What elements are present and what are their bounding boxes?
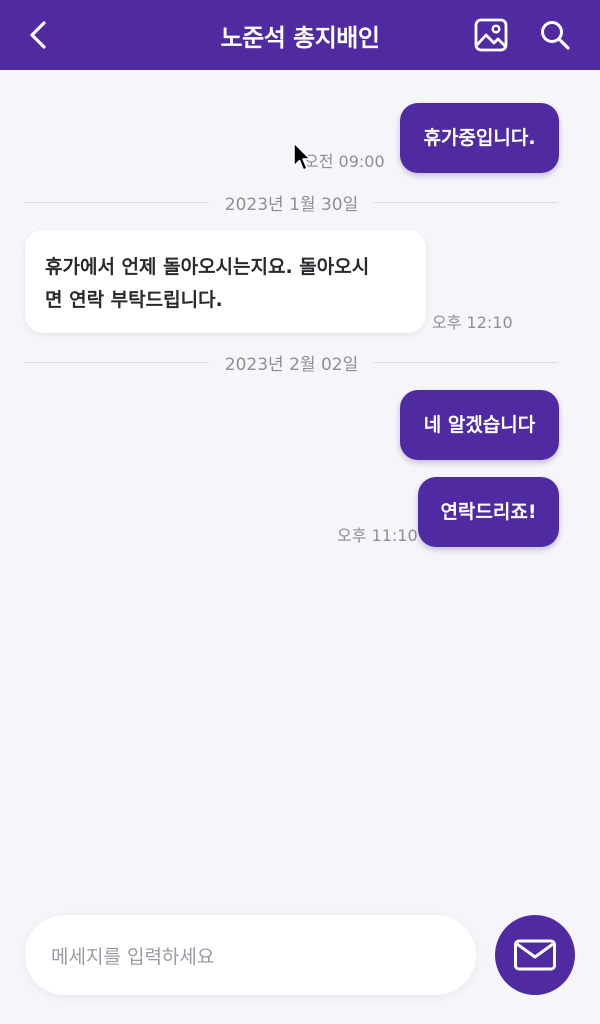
- message-text: 연락드리죠!: [440, 500, 537, 523]
- message-list[interactable]: 휴가중입니다. 오전 09:00 2023년 1월 30일 휴가에서 언제 돌아…: [0, 70, 600, 900]
- message-text-line: 휴가에서 언제 돌아오시는지요. 돌아오시: [45, 256, 370, 278]
- divider-line: [374, 201, 559, 203]
- chevron-left-icon: [30, 21, 46, 49]
- image-button[interactable]: [466, 0, 516, 70]
- image-icon: [474, 18, 508, 52]
- search-button[interactable]: [530, 0, 580, 70]
- divider-date: 2023년 2월 02일: [224, 354, 359, 375]
- message-text: 휴가중입니다.: [423, 126, 536, 149]
- send-button[interactable]: [495, 915, 575, 995]
- message-bubble-outgoing[interactable]: 네 알겠습니다: [400, 390, 559, 460]
- message-input[interactable]: 메세지를 입력하세요: [25, 915, 476, 995]
- message-time: 오후 11:10: [337, 526, 418, 545]
- date-divider: 2023년 2월 02일: [25, 350, 559, 375]
- message-bubble-outgoing[interactable]: 휴가중입니다.: [400, 103, 559, 173]
- date-divider: 2023년 1월 30일: [25, 190, 559, 215]
- divider-line: [25, 361, 209, 363]
- divider-line: [374, 361, 559, 363]
- message-text-line: 면 연락 부탁드립니다.: [45, 289, 223, 311]
- message-time: 오전 09:00: [304, 152, 385, 171]
- message-time: 오후 12:10: [432, 313, 513, 332]
- divider-line: [25, 201, 209, 203]
- message-text: 네 알겠습니다: [423, 413, 536, 436]
- message-bubble-incoming[interactable]: 휴가에서 언제 돌아오시는지요. 돌아오시 면 연락 부탁드립니다.: [25, 230, 426, 333]
- message-input-placeholder: 메세지를 입력하세요: [51, 945, 215, 968]
- back-button[interactable]: [14, 0, 64, 70]
- app-header: 노준석 총지배인: [0, 0, 600, 70]
- chat-title: 노준석 총지배인: [220, 23, 380, 52]
- divider-date: 2023년 1월 30일: [224, 194, 359, 215]
- mail-icon: [514, 939, 556, 971]
- message-bubble-outgoing[interactable]: 연락드리죠!: [418, 477, 559, 547]
- mouse-pointer-icon: [293, 142, 311, 171]
- search-icon: [541, 21, 570, 50]
